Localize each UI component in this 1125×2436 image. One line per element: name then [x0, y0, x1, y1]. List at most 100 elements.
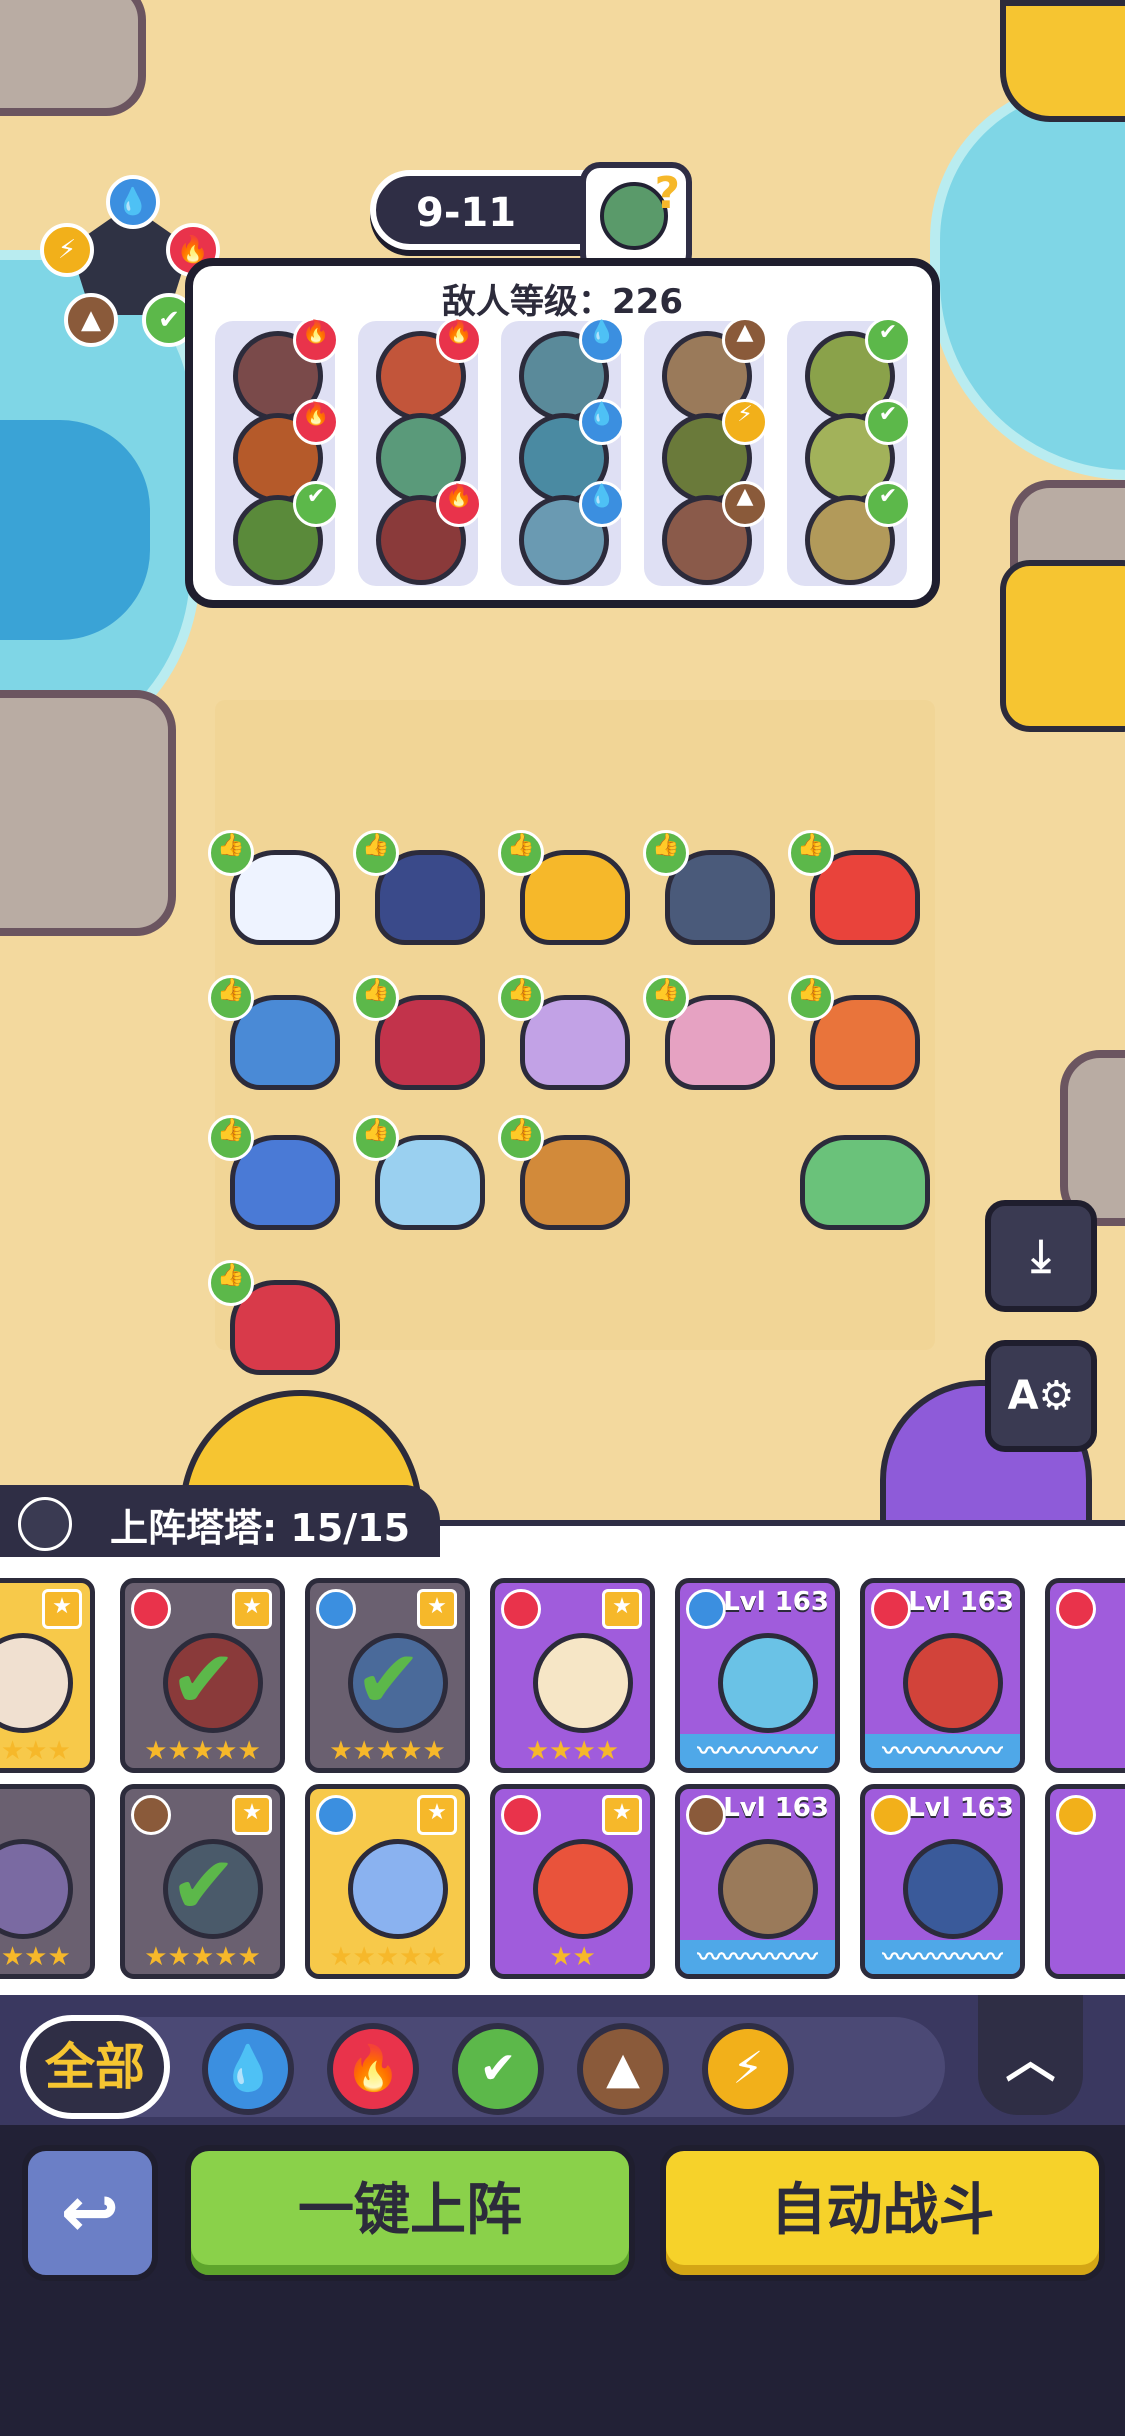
- card-monster: [0, 1839, 73, 1939]
- filter-fire-button[interactable]: 🔥: [327, 2023, 419, 2115]
- enemy-column: ▲ ⚡ ▲: [644, 317, 768, 586]
- auto-settings-button[interactable]: A⚙: [985, 1340, 1097, 1452]
- tower-card[interactable]: Lvl 163 〰〰〰〰〰: [860, 1578, 1025, 1773]
- cat-avatar-icon: [18, 1497, 72, 1551]
- filter-earth-button[interactable]: ▲: [577, 2023, 669, 2115]
- water-icon: [316, 1589, 356, 1629]
- tower-card[interactable]: ★★★★★: [0, 1784, 95, 1979]
- team-unit[interactable]: 👍: [208, 1115, 340, 1230]
- water-area-right: [930, 80, 1125, 480]
- team-unit[interactable]: 👍: [353, 830, 485, 945]
- enemy-column: 🔥 🔥 ✔: [215, 317, 339, 586]
- team-unit[interactable]: 👍: [208, 830, 340, 945]
- tower-card[interactable]: [1045, 1784, 1125, 1979]
- back-button[interactable]: ↩: [22, 2145, 158, 2281]
- team-unit[interactable]: 👍: [353, 975, 485, 1090]
- deployed-check-icon: ✔: [355, 1633, 423, 1726]
- wave-rating-icon: 〰〰〰〰〰: [865, 1734, 1020, 1768]
- team-unit[interactable]: 👍: [788, 830, 920, 945]
- filter-leaf-button[interactable]: ✔: [452, 2023, 544, 2115]
- upgrade-icon: 👍: [208, 1260, 254, 1306]
- tower-card[interactable]: ★ ★★★★★: [0, 1578, 95, 1773]
- team-unit[interactable]: 👍: [498, 830, 630, 945]
- card-level: Lvl 163: [723, 1587, 829, 1617]
- rock: [0, 690, 176, 936]
- card-collection: ★ ★★★★★ ★ ✔ ★★★★★ ★ ✔ ★★★★★ ★ ★★★★ Lvl 1…: [0, 1520, 1125, 2001]
- download-button[interactable]: ⤓: [985, 1200, 1097, 1312]
- water-icon: 💧: [579, 317, 625, 363]
- fire-icon: 🔥: [436, 481, 482, 527]
- star-rating: ★★★★★: [144, 1942, 261, 1972]
- team-unit[interactable]: 👍: [788, 975, 920, 1090]
- wave-rating-icon: 〰〰〰〰〰: [680, 1940, 835, 1974]
- team-unit[interactable]: 👍: [208, 975, 340, 1090]
- card-level: Lvl 163: [908, 1587, 1014, 1617]
- tower-card[interactable]: [1045, 1578, 1125, 1773]
- card-level: Lvl 163: [908, 1793, 1014, 1823]
- star-rating: ★★★★★: [144, 1736, 261, 1766]
- filter-bolt-button[interactable]: ⚡: [702, 2023, 794, 2115]
- enemy-column: 💧 💧 💧: [501, 317, 625, 586]
- team-count-bar: 上阵塔塔: 15/15: [0, 1485, 440, 1557]
- filter-all-button[interactable]: 全部: [20, 2015, 170, 2119]
- question-icon: ?: [654, 168, 680, 219]
- deployed-check-icon: ✔: [170, 1839, 238, 1932]
- team-unit[interactable]: 👍: [208, 1260, 340, 1375]
- team-unit[interactable]: 👍: [498, 975, 630, 1090]
- card-monster: [348, 1839, 448, 1939]
- tower-card[interactable]: ★ ★★★★: [490, 1578, 655, 1773]
- earth-icon: [131, 1795, 171, 1835]
- upgrade-icon: 👍: [643, 830, 689, 876]
- card-monster: [533, 1633, 633, 1733]
- one-click-deploy-button[interactable]: 一键上阵: [185, 2145, 635, 2281]
- earth-icon: ▲: [64, 293, 118, 347]
- upgrade-icon: 👍: [498, 1115, 544, 1161]
- enemy-level-title: 敌人等级：226: [442, 282, 683, 322]
- fire-icon: 🔥: [293, 399, 339, 445]
- earth-icon: ▲: [722, 481, 768, 527]
- leaf-icon: ✔: [865, 399, 911, 445]
- card-level: Lvl 163: [723, 1793, 829, 1823]
- card-monster: [533, 1839, 633, 1939]
- tower-card[interactable]: Lvl 163 〰〰〰〰〰: [675, 1784, 840, 1979]
- decoration-duck: [1000, 0, 1125, 122]
- upgrade-icon: 👍: [498, 830, 544, 876]
- team-unit[interactable]: [790, 1115, 930, 1230]
- fire-icon: [501, 1795, 541, 1835]
- tower-card[interactable]: ★ ✔ ★★★★★: [120, 1784, 285, 1979]
- upgrade-icon: 👍: [788, 975, 834, 1021]
- star-badge-icon: ★: [42, 1589, 82, 1629]
- team-unit[interactable]: 👍: [353, 1115, 485, 1230]
- tower-card[interactable]: ★ ★★: [490, 1784, 655, 1979]
- fire-icon: [1056, 1589, 1096, 1629]
- star-rating: ★★★★★: [0, 1942, 71, 1972]
- stage-indicator: 9-11 ?: [370, 162, 692, 274]
- enemy-column: 🔥 🔥: [358, 317, 482, 586]
- tower-card[interactable]: ★ ★★★★★: [305, 1784, 470, 1979]
- team-unit[interactable]: 👍: [643, 975, 775, 1090]
- upgrade-icon: 👍: [208, 830, 254, 876]
- team-unit[interactable]: 👍: [498, 1115, 630, 1230]
- fire-icon: [871, 1589, 911, 1629]
- tower-card[interactable]: Lvl 163 〰〰〰〰〰: [860, 1784, 1025, 1979]
- rock: [0, 0, 146, 116]
- bolt-icon: ⚡: [722, 399, 768, 445]
- tower-card[interactable]: Lvl 163 〰〰〰〰〰: [675, 1578, 840, 1773]
- star-rating: ★★: [549, 1942, 596, 1972]
- bolt-icon: [871, 1795, 911, 1835]
- auto-battle-button[interactable]: 自动战斗: [660, 2145, 1105, 2281]
- stage-label: 9-11: [416, 190, 517, 236]
- filter-water-button[interactable]: 💧: [202, 2023, 294, 2115]
- star-rating: ★★★★★: [329, 1736, 446, 1766]
- upgrade-icon: 👍: [643, 975, 689, 1021]
- collapse-button[interactable]: ︿: [978, 1995, 1083, 2115]
- earth-icon: ▲: [722, 317, 768, 363]
- decoration-cone: [1000, 560, 1125, 732]
- tower-card[interactable]: ★ ✔ ★★★★★: [120, 1578, 285, 1773]
- card-monster: [903, 1633, 1003, 1733]
- star-badge-icon: ★: [602, 1589, 642, 1629]
- tower-card[interactable]: ★ ✔ ★★★★★: [305, 1578, 470, 1773]
- star-badge-icon: ★: [417, 1795, 457, 1835]
- water-icon: 💧: [579, 481, 625, 527]
- team-unit[interactable]: 👍: [643, 830, 775, 945]
